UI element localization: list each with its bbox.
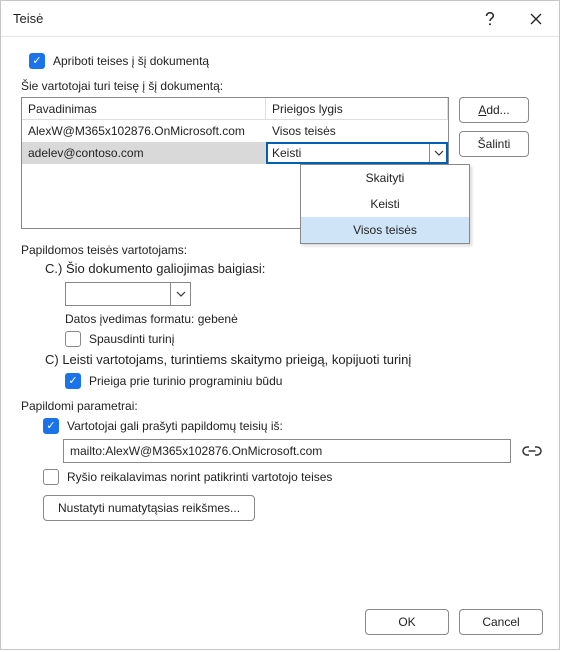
table-row[interactable]: adelev@contoso.com Keisti [22,142,448,164]
connection-label: Ryšio reikalavimas norint patikrinti var… [67,470,332,484]
user-name-cell: AlexW@M365x102876.OnMicrosoft.com [22,120,266,142]
access-level-options: Skaityti Keisti Visos teisės [300,164,470,244]
set-defaults-button[interactable]: Nustatyti numatytąsias reikšmes... [43,495,255,521]
help-button[interactable] [467,1,513,37]
programmatic-label: Prieiga prie turinio programiniu būdu [89,374,282,388]
user-level-cell: Visos teisės [266,120,448,142]
dropdown-value: Keisti [272,146,301,160]
request-label: Vartotojai gali prašyti papildomų teisių… [67,419,283,433]
option-full[interactable]: Visos teisės [301,217,469,243]
request-email-value: mailto:AlexW@M365x102876.OnMicrosoft.com [70,444,322,458]
option-change[interactable]: Keisti [301,191,469,217]
additional-params-heading: Papildomi parametrai: [21,399,543,413]
expiry-date-combo[interactable] [65,282,191,306]
add-mnemonic: A [478,103,486,117]
request-email-input[interactable]: mailto:AlexW@M365x102876.OnMicrosoft.com [63,439,511,463]
print-checkbox[interactable] [65,331,81,347]
restrict-checkbox-row: ✓ Apriboti teises į šį dokumentą [29,53,543,69]
close-button[interactable] [513,1,559,37]
access-level-dropdown[interactable]: Keisti [266,142,448,164]
table-row[interactable]: AlexW@M365x102876.OnMicrosoft.com Visos … [22,120,448,142]
user-name-cell: adelev@contoso.com [22,142,266,164]
link-icon[interactable] [521,440,543,462]
add-rest: dd... [486,103,509,117]
restrict-label: Apriboti teises į šį dokumentą [53,54,209,68]
col-level-header[interactable]: Prieigos lygis [266,98,448,119]
cancel-button[interactable]: Cancel [459,609,543,635]
question-icon [484,11,496,27]
chevron-down-icon [429,144,447,162]
col-name-header[interactable]: Pavadinimas [22,98,266,119]
ok-button[interactable]: OK [365,609,449,635]
dialog-footer: OK Cancel [365,609,543,635]
option-read[interactable]: Skaityti [301,165,469,191]
programmatic-checkbox[interactable]: ✓ [65,373,81,389]
remove-button[interactable]: Šalinti [459,131,529,157]
users-heading: Šie vartotojai turi teisę į šį dokumentą… [21,79,543,93]
copy-label: C) Leisti vartotojams, turintiems skaity… [45,352,543,367]
chevron-down-icon [170,283,190,305]
print-label: Spausdinti turinį [89,332,174,346]
restrict-checkbox[interactable]: ✓ [29,53,45,69]
permissions-dialog: Teisė ✓ Apriboti teises į šį dokumentą Š… [0,0,560,650]
close-icon [530,13,542,25]
titlebar: Teisė [1,1,559,37]
dialog-title: Teisė [13,11,467,26]
connection-checkbox[interactable] [43,469,59,485]
additional-rights-heading: Papildomos teisės vartotojams: [21,243,543,257]
table-header: Pavadinimas Prieigos lygis [22,98,448,120]
request-checkbox[interactable]: ✓ [43,418,59,434]
add-button[interactable]: Add... [459,97,529,123]
date-format-hint: Datos įvedimas formatu: gebenė [65,312,543,326]
users-table: Pavadinimas Prieigos lygis AlexW@M365x10… [21,97,449,229]
expiry-label: C.) Šio dokumento galiojimas baigiasi: [45,261,543,276]
